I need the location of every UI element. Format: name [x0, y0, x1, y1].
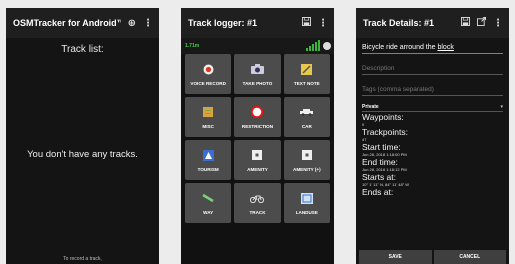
track-list-screen: OSMTracker for Android™ ⊕ ⋮ Track list: …: [6, 8, 159, 264]
export-icon[interactable]: [477, 17, 486, 29]
tag-button-grid: VOICE RECORD TAKE PHOTO TEXT NOTE MISC R…: [185, 54, 330, 223]
app-bar: Track logger: #1 ⋮: [181, 8, 334, 38]
track-list-title: Track list:: [61, 44, 104, 55]
add-track-icon[interactable]: ⊕: [128, 18, 136, 29]
landuse-button[interactable]: LANDUSE: [283, 183, 330, 223]
button-label: AMENITY (+): [293, 166, 321, 172]
restriction-icon: [251, 106, 264, 119]
track-name-input[interactable]: Bicycle ride arround the block: [362, 44, 503, 54]
voice-record-button[interactable]: VOICE RECORD: [185, 54, 232, 94]
button-label: VOICE RECORD: [190, 80, 226, 86]
amenity-plus-icon: [301, 149, 312, 162]
tourism-button[interactable]: TOURISM: [185, 140, 232, 180]
tourism-icon: [202, 149, 214, 162]
button-label: LANDUSE: [295, 209, 318, 215]
way-button[interactable]: WAY: [185, 183, 232, 223]
misc-icon: [203, 106, 214, 119]
bicycle-icon: [250, 192, 265, 205]
save-button[interactable]: SAVE: [359, 250, 432, 264]
end-time-label: End time:: [362, 157, 398, 167]
button-label: TAKE PHOTO: [242, 80, 273, 86]
save-icon[interactable]: [302, 17, 311, 29]
screen-title: Track Details: #1: [363, 18, 435, 28]
app-bar: Track Details: #1 ⋮: [356, 8, 509, 38]
amenity-icon: [252, 149, 263, 162]
note-icon: [301, 63, 313, 76]
way-icon: [202, 192, 214, 205]
car-button[interactable]: CAR: [283, 97, 330, 137]
start-time-label: Start time:: [362, 142, 401, 152]
button-label: CAR: [301, 123, 312, 129]
button-label: AMENITY: [247, 166, 268, 172]
tags-field[interactable]: Tags (comma separated): [362, 86, 503, 96]
landuse-icon: [300, 192, 313, 205]
record-icon: [203, 63, 214, 76]
overflow-menu-icon[interactable]: ⋮: [493, 18, 503, 29]
amenity-plus-button[interactable]: AMENITY (+): [283, 140, 330, 180]
dropdown-arrow-icon: ▾: [500, 104, 503, 110]
amenity-button[interactable]: AMENITY: [234, 140, 281, 180]
overflow-menu-icon[interactable]: ⋮: [143, 18, 153, 29]
car-icon: [300, 106, 314, 119]
overflow-menu-icon[interactable]: ⋮: [318, 18, 328, 29]
button-label: TRACK: [249, 209, 266, 215]
track-name-value: Bicycle ride arround the: [362, 44, 438, 51]
gps-status-dot: [323, 42, 331, 50]
track-name-underlined-word: block: [437, 44, 454, 51]
track-button[interactable]: TRACK: [234, 183, 281, 223]
action-bar: SAVE CANCEL: [356, 250, 509, 264]
ends-at-label: Ends at:: [362, 187, 394, 197]
gps-status-bar: 1.71m: [181, 38, 334, 54]
description-field[interactable]: Description: [362, 65, 503, 75]
button-label: TEXT NOTE: [293, 80, 320, 86]
hint-text: To record a track,: [63, 256, 102, 262]
text-note-button[interactable]: TEXT NOTE: [283, 54, 330, 94]
trackpoints-label: Trackpoints:: [362, 127, 408, 137]
gps-accuracy: 1.71m: [185, 43, 200, 49]
button-label: TOURISM: [197, 166, 219, 172]
track-logger-screen: Track logger: #1 ⋮ 1.71m VOICE RECORD TA…: [181, 8, 334, 264]
track-details-screen: Track Details: #1 ⋮ Bicycle ride arround…: [356, 8, 509, 264]
misc-button[interactable]: MISC: [185, 97, 232, 137]
waypoints-label: Waypoints:: [362, 112, 404, 122]
screen-title: Track logger: #1: [188, 18, 258, 28]
camera-icon: [250, 63, 264, 76]
restriction-button[interactable]: RESTRICTION: [234, 97, 281, 137]
button-label: RESTRICTION: [241, 123, 274, 129]
app-title: OSMTracker for Android™: [13, 18, 121, 28]
visibility-value: Private: [362, 104, 379, 110]
visibility-select[interactable]: Private ▾: [362, 104, 503, 112]
save-icon[interactable]: [461, 17, 470, 29]
button-label: WAY: [203, 209, 214, 215]
cancel-button[interactable]: CANCEL: [433, 250, 506, 264]
empty-message: You don't have any tracks.: [27, 149, 138, 160]
app-bar: OSMTracker for Android™ ⊕ ⋮: [6, 8, 159, 38]
button-label: MISC: [202, 123, 214, 129]
starts-at-label: Starts at:: [362, 172, 397, 182]
gps-signal-icon: [306, 40, 320, 51]
take-photo-button[interactable]: TAKE PHOTO: [234, 54, 281, 94]
